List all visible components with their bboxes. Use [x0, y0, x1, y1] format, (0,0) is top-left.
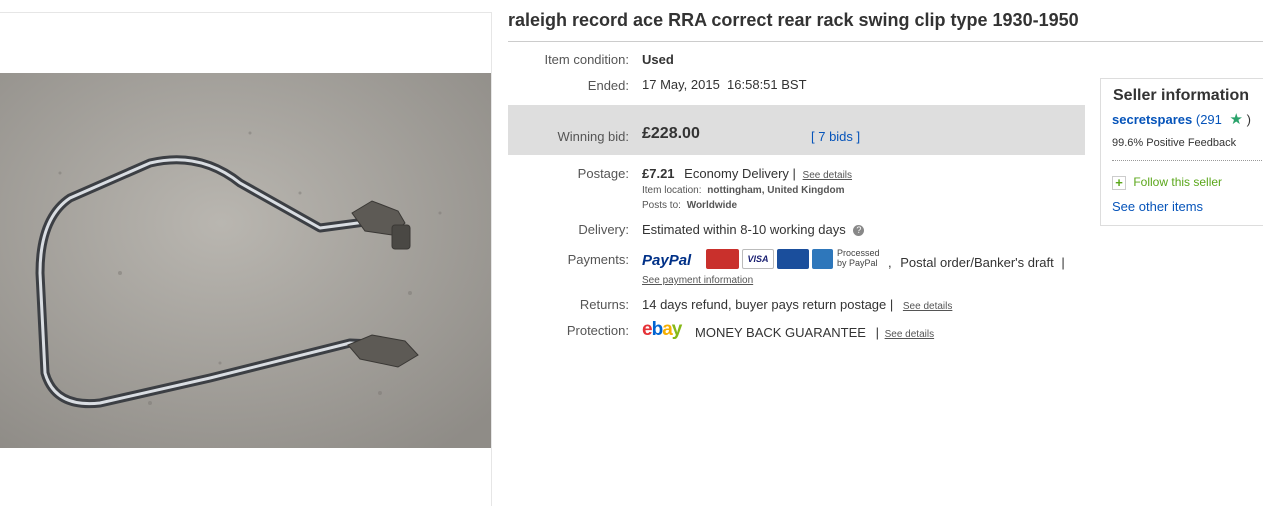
- ebay-logo: ebay: [642, 319, 682, 340]
- delivery-label: Delivery:: [578, 222, 629, 237]
- winning-bid-value: £228.00: [642, 125, 700, 142]
- plus-icon[interactable]: +: [1112, 175, 1126, 190]
- protection-see-details[interactable]: See details: [885, 329, 934, 340]
- see-other-items-link[interactable]: See other items: [1112, 199, 1203, 214]
- posts-to-label: Posts to:: [642, 200, 681, 211]
- payments-label: Payments:: [567, 252, 629, 267]
- rack-clip-image: [0, 73, 491, 448]
- item-location-label: Item location:: [642, 185, 702, 196]
- maestro-icon: [777, 249, 809, 269]
- postage-method: Economy Delivery |: [684, 166, 796, 181]
- delivery-row: Estimated within 8-10 working days ?: [642, 222, 865, 237]
- follow-seller-row[interactable]: + Follow this seller: [1112, 175, 1222, 190]
- seller-name-row: secretspares (291 ★ ): [1112, 110, 1251, 128]
- delivery-value: Estimated within 8-10 working days: [642, 222, 846, 237]
- ended-value: 17 May, 2015 16:58:51 BST: [642, 77, 807, 92]
- returns-value: 14 days refund, buyer pays return postag…: [642, 297, 894, 312]
- postage-row: £7.21 Economy Delivery | See details: [642, 166, 852, 181]
- positive-feedback: 99.6% Positive Feedback: [1112, 137, 1237, 149]
- winning-bid-label: Winning bid:: [557, 129, 629, 144]
- amex-icon: [812, 249, 833, 269]
- seller-heading: Seller information: [1113, 87, 1250, 104]
- returns-row: 14 days refund, buyer pays return postag…: [642, 297, 952, 312]
- seller-feedback-score[interactable]: (291: [1196, 112, 1222, 127]
- processed-by-paypal: Processed by PayPal: [837, 248, 880, 268]
- payments-other-row: , Postal order/Banker's draft |: [888, 255, 1065, 270]
- condition-value: Used: [642, 52, 674, 67]
- condition-label: Item condition:: [544, 52, 629, 67]
- ended-label: Ended:: [587, 78, 629, 93]
- seller-divider: [1112, 160, 1262, 161]
- seller-username-link[interactable]: secretspares: [1112, 112, 1192, 127]
- returns-see-details[interactable]: See details: [903, 301, 952, 312]
- follow-seller-link[interactable]: Follow this seller: [1133, 175, 1222, 189]
- payments-separator: |: [1061, 255, 1065, 270]
- postage-price: £7.21: [642, 166, 675, 181]
- postage-see-details[interactable]: See details: [803, 170, 852, 181]
- protection-separator: |: [875, 325, 879, 340]
- postage-label: Postage:: [577, 166, 629, 181]
- visa-icon: VISA: [742, 249, 774, 269]
- see-payment-info-link[interactable]: See payment information: [642, 275, 753, 286]
- protection-value: MONEY BACK GUARANTEE: [695, 325, 866, 340]
- posts-to-value: Worldwide: [686, 200, 738, 211]
- listing-title: raleigh record ace RRA correct rear rack…: [508, 10, 1079, 30]
- returns-label: Returns:: [579, 297, 629, 312]
- mastercard-icon: [706, 249, 739, 269]
- star-icon[interactable]: ★: [1230, 111, 1243, 128]
- title-divider: [508, 41, 1263, 42]
- protection-row: MONEY BACK GUARANTEE | See details: [695, 325, 934, 340]
- bids-link[interactable]: [ 7 bids ]: [811, 129, 860, 144]
- item-photo[interactable]: [0, 73, 491, 448]
- payments-other: Postal order/Banker's draft: [900, 255, 1054, 270]
- item-location: Item location: nottingham, United Kingdo…: [642, 185, 844, 196]
- posts-to: Posts to: Worldwide: [642, 200, 737, 211]
- image-panel: [0, 12, 492, 506]
- feedback-close: ): [1246, 112, 1251, 127]
- help-icon[interactable]: ?: [853, 225, 865, 236]
- item-location-value: nottingham, United Kingdom: [707, 185, 845, 196]
- payments-comma: ,: [888, 255, 892, 270]
- paypal-logo: PayPal: [642, 252, 692, 269]
- protection-label: Protection:: [566, 323, 629, 338]
